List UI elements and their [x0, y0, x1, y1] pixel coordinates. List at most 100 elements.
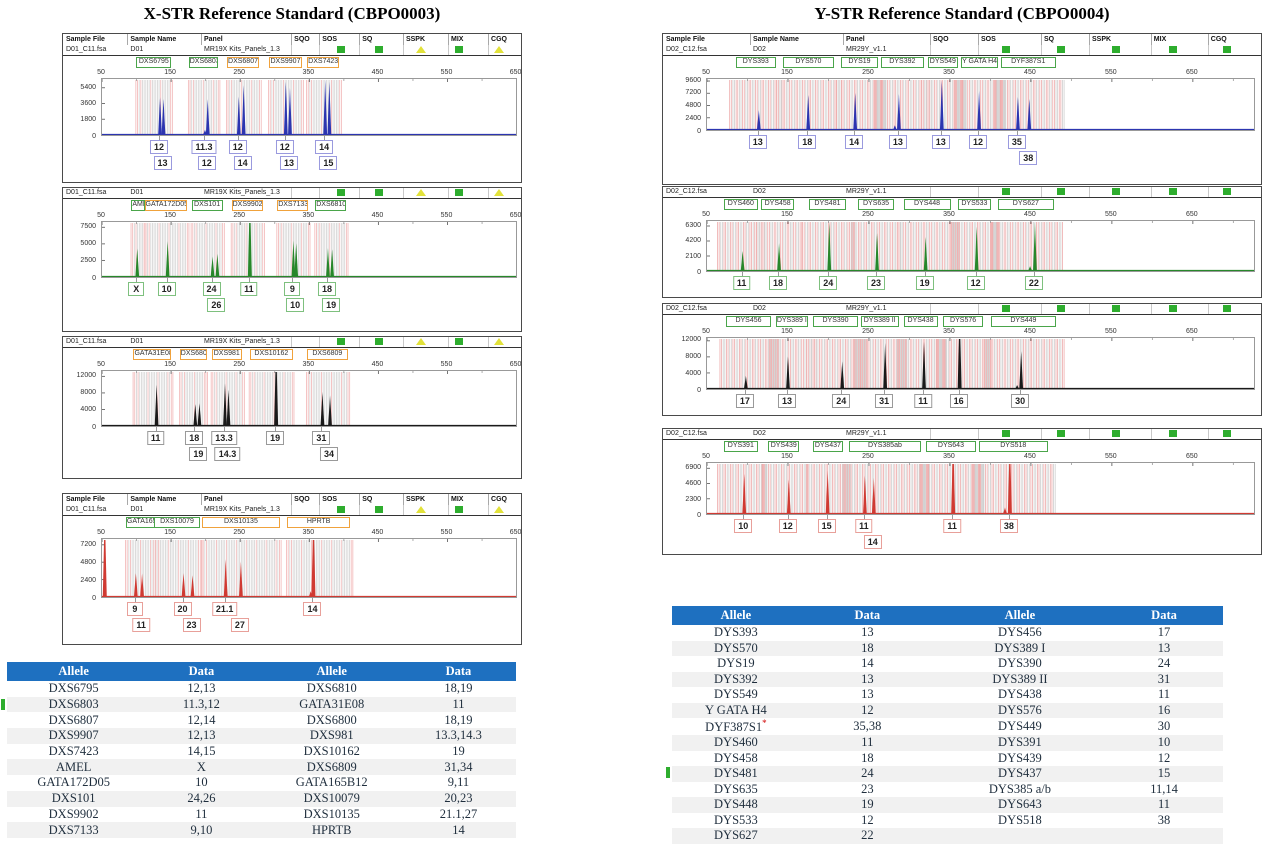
column-separator	[359, 505, 360, 515]
marker-label: DYS570	[783, 57, 834, 68]
table-cell: DYS570	[672, 641, 800, 657]
marker-label-row: DYS460DYS458DYS481DYS635DYS448DYS533DYS6…	[663, 199, 1261, 211]
column-header-label: SSPK	[406, 35, 425, 44]
marker-label: DXS10079	[154, 517, 200, 528]
x-axis-tick-label: 550	[1105, 328, 1117, 336]
sample-data-row: D01_C11.fsaD01MR19X Kits_Panels_1.3	[63, 337, 521, 348]
table-cell: DYS392	[672, 672, 800, 688]
marker-label: DYS439	[768, 441, 799, 452]
table-cell: AMEL	[7, 759, 140, 775]
x-axis-tick-label: 50	[702, 328, 710, 336]
table-row: DYS46011DYS39110	[672, 735, 1223, 751]
marker-label: Y GATA H4	[961, 57, 997, 68]
marker-label: DYS456	[726, 316, 771, 327]
column-header-label: SQ	[1044, 35, 1054, 44]
marker-label: HPRTB	[287, 517, 351, 528]
allele-call-box: 14	[315, 140, 333, 154]
table-cell: DYS389 I	[935, 641, 1105, 657]
sample-name: D02	[753, 430, 766, 438]
x-axis-tick-label: 450	[372, 212, 384, 220]
quality-pass-flag-icon	[1223, 305, 1231, 312]
column-header-label: SQ	[362, 35, 372, 44]
column-header-label: Sample File	[66, 495, 105, 504]
panel-kit-name: MR29Y_v1.1	[846, 46, 886, 54]
x-axis-tick-label: 450	[372, 69, 384, 77]
table-row: DXS71339,10HPRTB14	[7, 822, 516, 838]
table-cell: 11	[800, 735, 935, 751]
table-row: DXS742314,15DXS1016219	[7, 744, 516, 760]
column-separator	[978, 45, 979, 55]
quality-pass-flag-icon	[1223, 46, 1231, 53]
table-cell: DYS458	[672, 751, 800, 767]
sample-data-row: D02_C12.fsaD02MR29Y_v1.1	[663, 45, 1261, 56]
table-cell: 12,13	[140, 681, 262, 697]
table-cell: DYS481	[672, 766, 800, 782]
marker-label: DXS10135	[202, 517, 280, 528]
allele-call-box: 12	[198, 156, 216, 170]
column-separator	[488, 337, 489, 347]
marker-label: DXS6807	[227, 57, 259, 68]
quality-pass-flag-icon	[1112, 188, 1120, 195]
marker-label: DYS518	[979, 441, 1048, 452]
y-axis-tick-label: 6300	[665, 222, 701, 230]
table-cell: DYS448	[672, 797, 800, 813]
quality-warning-flag-icon	[416, 189, 426, 196]
y-axis-tick-label: 0	[665, 512, 701, 520]
marker-label: DXS6795	[136, 57, 171, 68]
marker-label: DYS635	[858, 199, 894, 210]
column-header-label: SSPK	[406, 495, 425, 504]
table-cell: 15	[1105, 766, 1223, 782]
y-axis-tick-label: 4800	[65, 559, 96, 567]
marker-label: DXS9907	[269, 57, 302, 68]
table-cell: 19	[401, 744, 516, 760]
x-axis-tick-label: 250	[233, 529, 245, 537]
x-axis-tick-label: 550	[1105, 211, 1117, 219]
y-axis-tick-label: 7200	[65, 541, 96, 549]
column-separator	[488, 505, 489, 515]
y-axis-tick-label: 1800	[65, 116, 96, 124]
marker-label: DYS533	[958, 199, 991, 210]
marker-label: DYS391	[724, 441, 758, 452]
table-row: DXS680712,14DXS680018,19	[7, 712, 516, 728]
table-row: DXS680311.3,12GATA31E0811	[7, 697, 516, 713]
table-cell: GATA31E08	[263, 697, 401, 713]
column-separator	[448, 34, 449, 45]
table-cell: 16	[1105, 703, 1223, 719]
column-separator	[403, 34, 404, 45]
table-cell: DYS643	[935, 797, 1105, 813]
y-axis-tick-label: 8000	[65, 389, 96, 397]
table-cell: 11	[140, 807, 262, 823]
allele-call-box: 15	[818, 519, 836, 533]
marker-label: DXS7133	[277, 200, 308, 211]
table-cell: 22	[800, 828, 935, 844]
marker-label: DYS389 I	[776, 316, 808, 327]
x-axis-tick-label: 250	[862, 453, 874, 461]
allele-call-box: 11	[132, 618, 150, 632]
table-cell: DYS518	[935, 813, 1105, 829]
allele-call-box: 14	[845, 135, 863, 149]
table-cell: DYS438	[935, 687, 1105, 703]
table-cell: 18	[800, 751, 935, 767]
table-cell: 14,15	[140, 744, 262, 760]
table-cell: 18	[800, 641, 935, 657]
x-axis-tick-label: 350	[943, 211, 955, 219]
quality-pass-flag-icon	[455, 189, 463, 196]
quality-pass-flag-icon	[337, 46, 345, 53]
x-axis-tick-label: 450	[1024, 453, 1036, 461]
y-axis-tick-label: 0	[665, 269, 701, 277]
panel-kit-name: MR29Y_v1.1	[846, 305, 886, 313]
sample-name: D01	[130, 189, 143, 197]
x-axis-tick-label: 350	[302, 529, 314, 537]
x-axis-tick-label: 550	[441, 361, 453, 369]
x-axis-tick-label: 450	[372, 361, 384, 369]
column-separator	[1041, 34, 1042, 45]
y-axis-tick-label: 12000	[665, 336, 701, 344]
column-separator	[359, 34, 360, 45]
x-axis-tick-label: 450	[1024, 211, 1036, 219]
quality-pass-flag-icon	[1169, 46, 1177, 53]
electropherogram-panel: D02_C12.fsaD02MR29Y_v1.1DYS460DYS458DYS4…	[662, 186, 1262, 298]
panel-kit-name: MR19X Kits_Panels_1.3	[204, 338, 280, 346]
column-separator	[127, 34, 128, 45]
table-header-cell: Data	[800, 606, 935, 625]
table-cell: GATA172D05	[7, 775, 140, 791]
